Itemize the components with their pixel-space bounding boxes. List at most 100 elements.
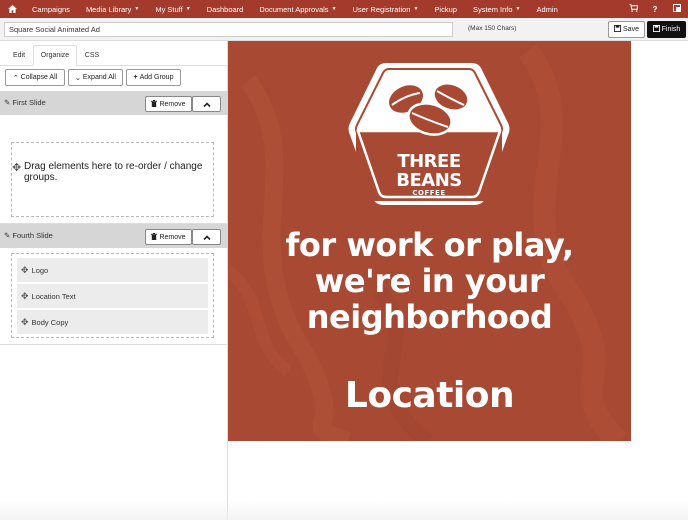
slide-title-text: Fourth Slide <box>12 231 53 240</box>
help-icon[interactable]: ? <box>644 5 666 14</box>
brand-line-2: BEANS <box>396 170 462 191</box>
nav-right-icons: ? <box>622 0 688 18</box>
add-group-button[interactable]: + Add Group <box>126 69 181 86</box>
left-panel: Edit Organize CSS ⌃ Collapse All ⌄ Expan… <box>0 41 228 520</box>
ad-location-text: Location <box>344 375 515 416</box>
tagline-line-2: we're in your <box>314 262 545 300</box>
tab-organize[interactable]: Organize <box>33 45 77 66</box>
chevron-down-icon: ▼ <box>515 6 521 12</box>
save-label: Save <box>623 26 639 33</box>
chevron-down-icon: ▼ <box>185 6 191 12</box>
brand-line-3: COFFEE <box>412 189 446 197</box>
tagline-line-3: neighborhood <box>306 298 553 336</box>
nav-dashboard-label: Dashboard <box>206 4 244 14</box>
expand-all-label: Expand All <box>82 74 116 81</box>
ad-canvas-area: THREE BEANS COFFEE for work or play, we'… <box>228 41 688 520</box>
move-icon: ✥ <box>21 316 29 327</box>
add-group-label: Add Group <box>139 74 174 81</box>
tab-css-label: CSS <box>84 52 100 59</box>
nav-my-stuff-label: My Stuff <box>155 4 183 14</box>
nav-admin[interactable]: Admin <box>529 0 566 18</box>
slide-dropzone[interactable]: ✥ Drag elements here to re-order / chang… <box>11 142 214 217</box>
editor-tabs: Edit Organize CSS <box>0 41 228 66</box>
nav-dashboard[interactable]: Dashboard <box>199 0 252 18</box>
chevron-up-icon: ⌃ <box>12 74 19 82</box>
plus-icon: + <box>133 74 138 81</box>
floppy-icon <box>652 25 660 34</box>
nav-system-info[interactable]: System Info ▼ <box>465 0 529 18</box>
list-item[interactable]: ✥ Location Text <box>17 284 208 308</box>
chevron-up-icon <box>202 100 211 109</box>
chevron-down-icon: ▼ <box>413 6 419 12</box>
user-switch-icon[interactable] <box>666 4 688 14</box>
floppy-icon <box>614 25 622 34</box>
remove-label: Remove <box>159 233 186 241</box>
nav-user-registration-label: User Registration <box>352 4 411 14</box>
collapse-all-button[interactable]: ⌃ Collapse All <box>5 69 65 86</box>
pencil-icon: ✎ <box>4 231 11 240</box>
element-label: Logo <box>31 265 49 275</box>
slide-header-fourth[interactable]: ✎ Fourth Slide Remove <box>0 224 228 248</box>
max-chars-hint: (Max 150 Chars) <box>468 25 517 32</box>
remove-slide-button[interactable]: Remove <box>145 229 192 245</box>
pencil-icon: ✎ <box>4 98 11 107</box>
slide-title-text: First Slide <box>12 98 46 107</box>
tab-organize-label: Organize <box>40 52 70 59</box>
tagline-line-1: for work or play, <box>285 226 575 264</box>
title-bar: (Max 150 Chars) Save Finish <box>0 18 688 41</box>
nav-pickup-label: Pickup <box>434 4 457 14</box>
move-icon: ✥ <box>12 162 22 174</box>
nav-admin-label: Admin <box>536 4 558 14</box>
nav-document-approvals[interactable]: Document Approvals ▼ <box>251 0 344 18</box>
slide-header-first[interactable]: ✎ First Slide Remove <box>0 91 228 115</box>
help-label: ? <box>652 4 658 14</box>
trash-icon <box>151 232 158 242</box>
finish-label: Finish <box>661 26 681 33</box>
chevron-down-icon: ⌄ <box>75 74 81 82</box>
brand-line-1: THREE <box>397 151 461 172</box>
nav-document-approvals-label: Document Approvals <box>259 4 329 14</box>
chevron-down-icon: ▼ <box>134 6 140 12</box>
chevron-down-icon: ▼ <box>331 6 337 12</box>
move-icon: ✥ <box>21 290 29 301</box>
element-label: Location Text <box>31 291 76 301</box>
element-label: Body Copy <box>31 317 69 327</box>
three-beans-logo: THREE BEANS COFFEE <box>346 59 512 209</box>
nav-user-registration[interactable]: User Registration ▼ <box>345 0 427 18</box>
collapse-all-label: Collapse All <box>20 74 58 81</box>
move-icon: ✥ <box>21 264 29 275</box>
chevron-up-icon <box>202 233 211 242</box>
list-item[interactable]: ✥ Body Copy <box>17 310 208 334</box>
save-button[interactable]: Save <box>608 21 645 38</box>
trash-icon <box>151 99 158 109</box>
top-nav: Campaigns Media Library ▼ My Stuff ▼ Dashb… <box>0 0 688 18</box>
list-item[interactable]: ✥ Logo <box>17 258 208 282</box>
slide-body-fourth: ✥ Logo ✥ Location Text ✥ Body Copy <box>0 248 228 345</box>
expand-all-button[interactable]: ⌄ Expand All <box>68 69 123 86</box>
tab-edit[interactable]: Edit <box>5 45 33 66</box>
nav-media-library-label: Media Library <box>85 4 132 14</box>
slide-title: ✎ First Slide <box>4 98 46 107</box>
nav-system-info-label: System Info <box>472 4 513 14</box>
cart-icon[interactable] <box>622 3 644 14</box>
tab-edit-label: Edit <box>12 52 26 59</box>
finish-button[interactable]: Finish <box>647 21 686 38</box>
bottom-fade <box>0 500 688 520</box>
dropzone-text: Drag elements here to re-order / change … <box>24 161 203 183</box>
remove-label: Remove <box>159 100 186 108</box>
remove-slide-button[interactable]: Remove <box>145 96 192 112</box>
slide-body-first: ✥ Drag elements here to re-order / chang… <box>0 115 228 224</box>
nav-campaigns-label: Campaigns <box>32 4 70 14</box>
tab-css[interactable]: CSS <box>79 45 105 66</box>
nav-pickup[interactable]: Pickup <box>426 0 465 18</box>
ad-tagline: for work or play, we're in your neighbor… <box>228 227 631 335</box>
nav-campaigns[interactable]: Campaigns <box>24 0 78 18</box>
collapse-slide-button[interactable] <box>192 229 221 245</box>
collapse-slide-button[interactable] <box>192 96 221 112</box>
ad-title-input[interactable] <box>4 22 453 37</box>
home-icon[interactable] <box>0 5 24 13</box>
nav-media-library[interactable]: Media Library ▼ <box>78 0 147 18</box>
nav-my-stuff[interactable]: My Stuff ▼ <box>147 0 198 18</box>
slide-title: ✎ Fourth Slide <box>4 231 53 240</box>
ad-preview[interactable]: THREE BEANS COFFEE for work or play, we'… <box>228 41 631 441</box>
